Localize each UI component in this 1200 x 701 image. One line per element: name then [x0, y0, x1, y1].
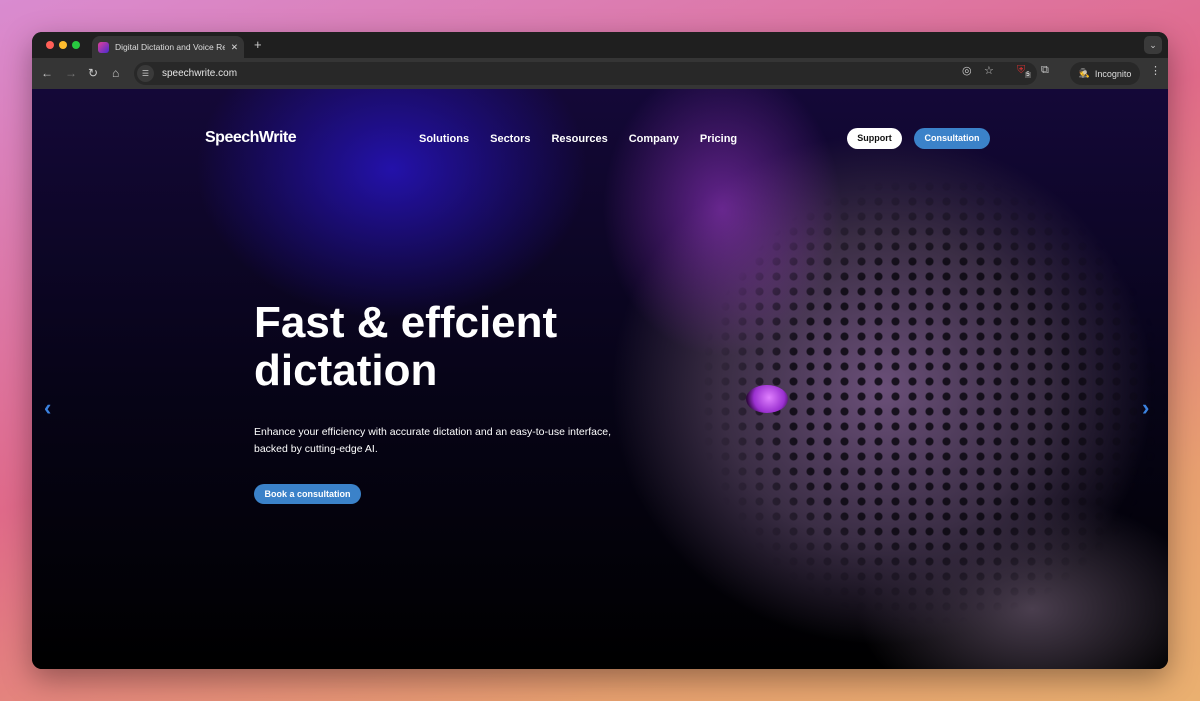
- close-window-button[interactable]: [46, 41, 54, 49]
- incognito-button[interactable]: 🕵 Incognito: [1070, 62, 1140, 85]
- favicon-icon: [98, 41, 109, 53]
- carousel-prev-chevron-left-icon[interactable]: ‹: [44, 395, 51, 421]
- support-button[interactable]: Support: [847, 128, 902, 149]
- hero-subtitle: Enhance your efficiency with accurate di…: [254, 426, 612, 455]
- logo[interactable]: SpeechWrite: [205, 129, 297, 147]
- home-icon[interactable]: ⌂: [112, 66, 119, 80]
- extension-shield-icon[interactable]: ⛨5: [1017, 64, 1031, 79]
- incognito-label: Incognito: [1094, 68, 1132, 79]
- new-tab-button[interactable]: +: [254, 37, 262, 52]
- carousel-next-chevron-right-icon[interactable]: ›: [1142, 395, 1149, 421]
- star-bookmark-icon[interactable]: ☆: [984, 64, 994, 77]
- nav-pricing[interactable]: Pricing: [700, 133, 737, 145]
- browser-tab[interactable]: Digital Dictation and Voice Re ✕: [92, 36, 244, 58]
- extensions-puzzle-icon[interactable]: ⧉: [1041, 64, 1049, 77]
- tab-bar: Digital Dictation and Voice Re ✕ + ⌄: [32, 32, 1168, 58]
- reload-icon[interactable]: ↻: [88, 66, 98, 80]
- nav-resources[interactable]: Resources: [551, 133, 607, 145]
- close-tab-icon[interactable]: ✕: [231, 42, 238, 53]
- browser-toolbar: ← → ↻ ⌂ ☰ speechwrite.com ◎ ☆ ⛨5 ⧉ 🕵 Inco…: [32, 58, 1168, 89]
- minimize-window-button[interactable]: [59, 41, 67, 49]
- leopard-image: [632, 149, 1168, 669]
- consultation-button[interactable]: Consultation: [914, 128, 990, 149]
- address-bar[interactable]: ☰ speechwrite.com: [134, 62, 1037, 85]
- nav-company[interactable]: Company: [629, 133, 679, 145]
- eye-off-icon[interactable]: ◎: [962, 64, 972, 77]
- leopard-eye: [746, 385, 788, 413]
- nav-sectors[interactable]: Sectors: [490, 133, 530, 145]
- book-consultation-button[interactable]: Book a consultation: [254, 484, 361, 504]
- more-menu-icon[interactable]: ⋮: [1150, 64, 1161, 77]
- forward-arrow-icon[interactable]: →: [65, 66, 77, 80]
- extension-badge: 5: [1025, 72, 1031, 79]
- url-text[interactable]: speechwrite.com: [162, 68, 237, 79]
- tab-search-chevron-down-icon[interactable]: ⌄: [1144, 36, 1162, 54]
- incognito-icon: 🕵: [1078, 68, 1090, 78]
- hero-title: Fast & effcient dictation: [254, 298, 558, 395]
- tab-title: Digital Dictation and Voice Re: [115, 42, 225, 52]
- nav-solutions[interactable]: Solutions: [419, 133, 469, 145]
- browser-window: Digital Dictation and Voice Re ✕ + ⌄ ← →…: [32, 32, 1168, 669]
- site-settings-icon[interactable]: ☰: [137, 65, 154, 82]
- main-nav: Solutions Sectors Resources Company Pric…: [419, 133, 737, 145]
- back-arrow-icon[interactable]: ←: [41, 66, 53, 80]
- hero-section: SpeechWrite Solutions Sectors Resources …: [32, 89, 1168, 669]
- maximize-window-button[interactable]: [72, 41, 80, 49]
